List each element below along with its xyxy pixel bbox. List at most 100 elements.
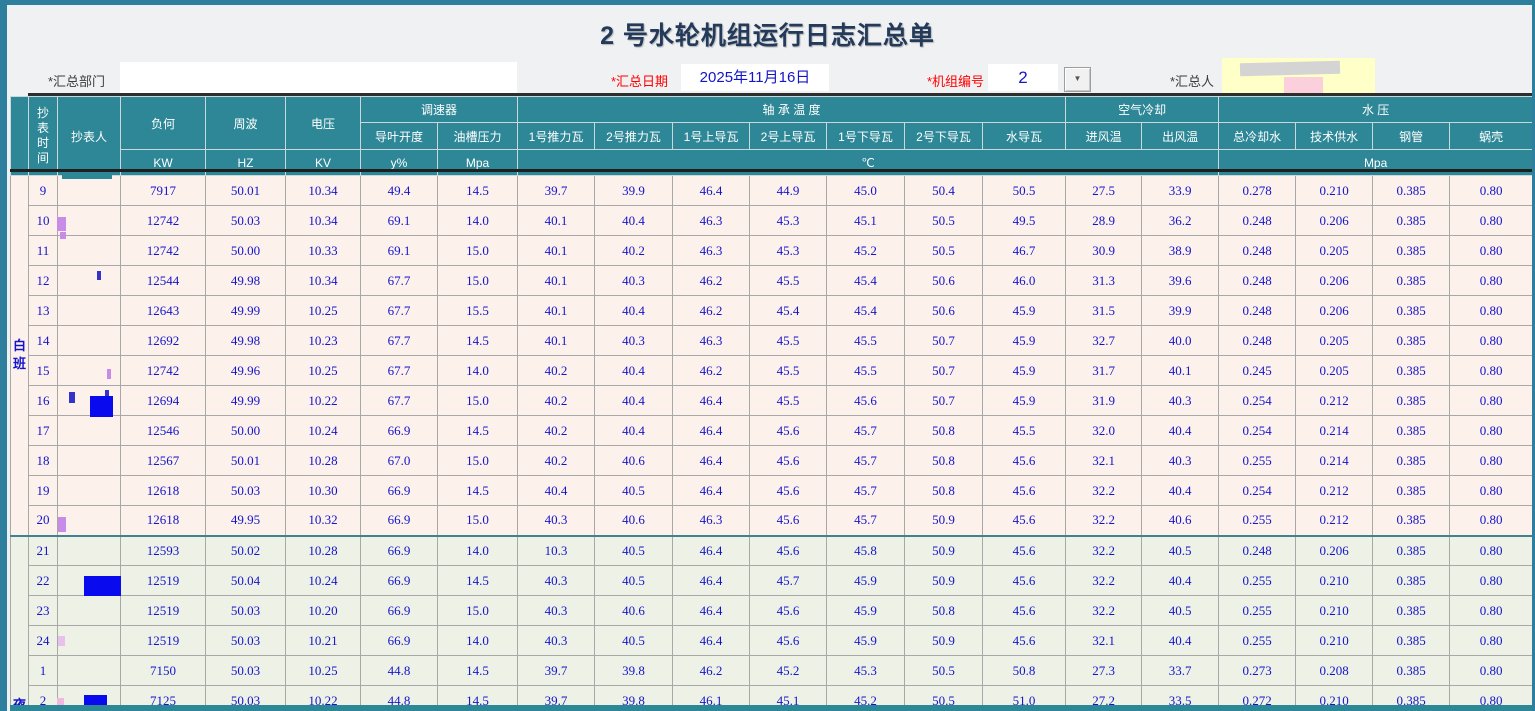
value-cell[interactable]: 40.5 [1142, 596, 1219, 626]
value-cell[interactable]: 10.34 [286, 266, 361, 296]
value-cell[interactable]: 50.8 [905, 596, 983, 626]
value-cell[interactable]: 0.210 [1296, 176, 1373, 206]
value-cell[interactable]: 0.254 [1219, 386, 1296, 416]
value-cell[interactable]: 50.5 [983, 176, 1066, 206]
value-cell[interactable]: 0.80 [1450, 416, 1533, 446]
value-cell[interactable]: 50.02 [206, 536, 286, 566]
value-cell[interactable]: 0.248 [1219, 236, 1296, 266]
value-cell[interactable]: 49.98 [206, 326, 286, 356]
reader-cell[interactable] [58, 356, 121, 386]
value-cell[interactable]: 40.5 [595, 476, 673, 506]
value-cell[interactable]: 0.205 [1296, 356, 1373, 386]
value-cell[interactable]: 45.9 [983, 326, 1066, 356]
value-cell[interactable]: 46.4 [673, 446, 750, 476]
department-input[interactable] [120, 62, 517, 93]
value-cell[interactable]: 44.8 [361, 656, 438, 686]
value-cell[interactable]: 0.80 [1450, 446, 1533, 476]
value-cell[interactable]: 67.7 [361, 266, 438, 296]
value-cell[interactable]: 40.2 [595, 236, 673, 266]
value-cell[interactable]: 45.9 [827, 596, 905, 626]
value-cell[interactable]: 0.205 [1296, 236, 1373, 266]
value-cell[interactable]: 15.0 [438, 266, 518, 296]
date-input[interactable]: 2025年11月16日 [681, 64, 829, 91]
value-cell[interactable]: 0.255 [1219, 626, 1296, 656]
value-cell[interactable]: 40.2 [518, 386, 595, 416]
value-cell[interactable]: 7917 [121, 176, 206, 206]
value-cell[interactable]: 67.0 [361, 446, 438, 476]
reader-cell[interactable] [58, 416, 121, 446]
value-cell[interactable]: 0.212 [1296, 476, 1373, 506]
value-cell[interactable]: 15.0 [438, 386, 518, 416]
value-cell[interactable]: 10.25 [286, 656, 361, 686]
value-cell[interactable]: 46.2 [673, 356, 750, 386]
value-cell[interactable]: 0.206 [1296, 536, 1373, 566]
value-cell[interactable]: 31.3 [1066, 266, 1142, 296]
value-cell[interactable]: 40.2 [518, 416, 595, 446]
value-cell[interactable]: 45.5 [827, 356, 905, 386]
value-cell[interactable]: 50.6 [905, 266, 983, 296]
value-cell[interactable]: 50.9 [905, 506, 983, 536]
value-cell[interactable]: 0.385 [1373, 536, 1450, 566]
value-cell[interactable]: 10.30 [286, 476, 361, 506]
value-cell[interactable]: 50.5 [905, 656, 983, 686]
value-cell[interactable]: 14.0 [438, 536, 518, 566]
value-cell[interactable]: 40.1 [518, 326, 595, 356]
value-cell[interactable]: 0.254 [1219, 416, 1296, 446]
value-cell[interactable]: 0.248 [1219, 206, 1296, 236]
value-cell[interactable]: 15.0 [438, 446, 518, 476]
value-cell[interactable]: 40.3 [595, 266, 673, 296]
value-cell[interactable]: 50.5 [905, 206, 983, 236]
value-cell[interactable]: 0.210 [1296, 596, 1373, 626]
value-cell[interactable]: 10.22 [286, 386, 361, 416]
value-cell[interactable]: 40.6 [1142, 506, 1219, 536]
value-cell[interactable]: 46.7 [983, 236, 1066, 266]
value-cell[interactable]: 50.7 [905, 326, 983, 356]
value-cell[interactable]: 40.0 [1142, 326, 1219, 356]
value-cell[interactable]: 0.80 [1450, 326, 1533, 356]
value-cell[interactable]: 0.80 [1450, 626, 1533, 656]
value-cell[interactable]: 40.5 [595, 626, 673, 656]
value-cell[interactable]: 14.5 [438, 326, 518, 356]
value-cell[interactable]: 32.2 [1066, 566, 1142, 596]
value-cell[interactable]: 0.80 [1450, 506, 1533, 536]
value-cell[interactable]: 0.385 [1373, 356, 1450, 386]
value-cell[interactable]: 0.80 [1450, 476, 1533, 506]
value-cell[interactable]: 14.0 [438, 356, 518, 386]
value-cell[interactable]: 40.3 [518, 626, 595, 656]
value-cell[interactable]: 45.2 [827, 236, 905, 266]
value-cell[interactable]: 50.8 [905, 416, 983, 446]
value-cell[interactable]: 45.7 [827, 416, 905, 446]
value-cell[interactable]: 45.9 [983, 386, 1066, 416]
value-cell[interactable]: 50.03 [206, 626, 286, 656]
value-cell[interactable]: 0.210 [1296, 566, 1373, 596]
value-cell[interactable]: 46.3 [673, 326, 750, 356]
value-cell[interactable]: 40.5 [1142, 536, 1219, 566]
value-cell[interactable]: 12742 [121, 236, 206, 266]
value-cell[interactable]: 14.0 [438, 626, 518, 656]
value-cell[interactable]: 0.206 [1296, 266, 1373, 296]
value-cell[interactable]: 0.255 [1219, 446, 1296, 476]
value-cell[interactable]: 14.0 [438, 206, 518, 236]
value-cell[interactable]: 45.5 [750, 356, 827, 386]
value-cell[interactable]: 49.95 [206, 506, 286, 536]
value-cell[interactable]: 45.3 [750, 236, 827, 266]
value-cell[interactable]: 0.80 [1450, 206, 1533, 236]
value-cell[interactable]: 45.9 [827, 626, 905, 656]
value-cell[interactable]: 45.6 [983, 536, 1066, 566]
value-cell[interactable]: 0.385 [1373, 596, 1450, 626]
value-cell[interactable]: 46.3 [673, 236, 750, 266]
value-cell[interactable]: 0.385 [1373, 386, 1450, 416]
value-cell[interactable]: 46.4 [673, 386, 750, 416]
value-cell[interactable]: 40.4 [595, 296, 673, 326]
value-cell[interactable]: 50.04 [206, 566, 286, 596]
value-cell[interactable]: 0.212 [1296, 386, 1373, 416]
value-cell[interactable]: 46.4 [673, 596, 750, 626]
value-cell[interactable]: 0.208 [1296, 656, 1373, 686]
value-cell[interactable]: 14.5 [438, 416, 518, 446]
value-cell[interactable]: 0.248 [1219, 326, 1296, 356]
value-cell[interactable]: 40.3 [518, 506, 595, 536]
value-cell[interactable]: 12546 [121, 416, 206, 446]
value-cell[interactable]: 45.6 [983, 506, 1066, 536]
value-cell[interactable]: 45.6 [750, 506, 827, 536]
value-cell[interactable]: 40.3 [1142, 386, 1219, 416]
